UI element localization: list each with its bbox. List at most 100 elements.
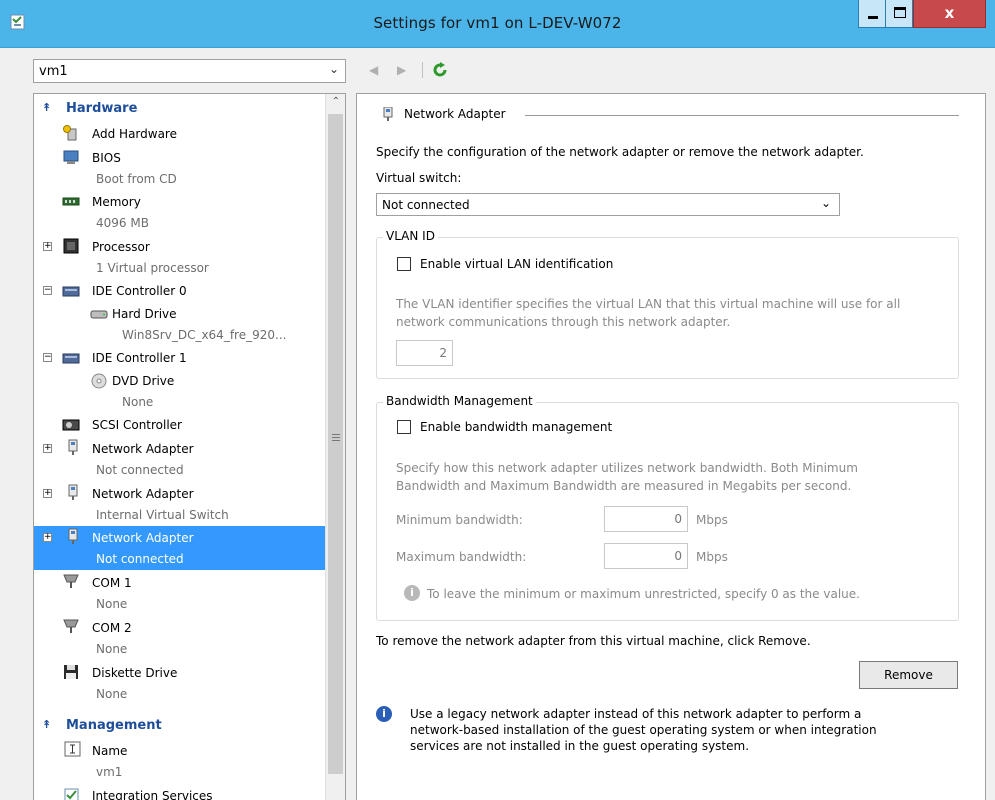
legacy-info-line3: services are not installed in the guest … [410, 739, 750, 753]
collapse-icon[interactable]: − [43, 353, 52, 362]
max-bandwidth-input[interactable]: 0 [604, 543, 688, 569]
tree-item-scsi-controller[interactable]: SCSI Controller [34, 414, 326, 436]
tree-item-memory[interactable]: Memory 4096 MB [34, 190, 326, 232]
chevron-down-icon: ⌄ [820, 196, 831, 210]
remove-button[interactable]: Remove [859, 661, 958, 689]
hard-drive-icon [90, 310, 108, 319]
refresh-icon[interactable] [431, 61, 449, 79]
bandwidth-legend: Bandwidth Management [383, 394, 536, 408]
vm-selector-value: vm1 [39, 64, 68, 79]
tree-item-detail: None [96, 642, 128, 656]
minimize-icon [868, 16, 878, 19]
virtual-switch-label: Virtual switch: [376, 171, 462, 185]
expand-icon[interactable]: + [43, 242, 52, 251]
tree-item-processor[interactable]: + Processor 1 Virtual processor [34, 235, 326, 277]
tree-item-detail: Not connected [96, 463, 184, 477]
tree-item-label: Network Adapter [92, 487, 194, 501]
com-port-icon [63, 619, 79, 633]
virtual-switch-select[interactable]: Not connected ⌄ [376, 193, 840, 216]
vlan-description-line1: The VLAN identifier specifies the virtua… [396, 297, 901, 311]
pane-splitter[interactable] [346, 93, 356, 800]
min-bandwidth-unit: Mbps [696, 513, 728, 527]
info-icon: i [376, 706, 392, 722]
tree-item-network-adapter-3[interactable]: + Network Adapter Not connected [34, 526, 326, 570]
intro-text: Specify the configuration of the network… [376, 145, 864, 159]
vlan-id-input[interactable]: 2 [396, 340, 453, 366]
bandwidth-checkbox[interactable] [397, 420, 411, 434]
tree-item-ide-controller-0[interactable]: − IDE Controller 0 [34, 280, 326, 302]
tree-item-label: Processor [92, 240, 150, 254]
tree-item-label: SCSI Controller [92, 418, 182, 432]
tree-item-network-adapter-2[interactable]: + Network Adapter Internal Virtual Switc… [34, 482, 326, 524]
min-bandwidth-label: Minimum bandwidth: [396, 513, 523, 527]
tree-item-detail: Boot from CD [96, 172, 177, 186]
tree-item-com-1[interactable]: COM 1 None [34, 571, 326, 613]
bios-icon [63, 150, 79, 164]
name-field-icon [64, 741, 81, 757]
collapse-icon[interactable]: − [43, 286, 52, 295]
vm-selector-combo[interactable]: vm1 ⌄ [33, 59, 346, 83]
title-bar: Settings for vm1 on L-DEV-W072 x [0, 0, 995, 48]
management-header-label: Management [66, 718, 162, 733]
tree-item-integration-services[interactable]: Integration Services [34, 784, 326, 800]
network-adapter-icon [383, 107, 393, 121]
forward-arrow-icon[interactable]: ▶ [397, 63, 406, 77]
ide-controller-icon [62, 286, 80, 297]
hardware-header-label: Hardware [66, 101, 138, 116]
tree-scrollbar[interactable]: ⌃ [325, 94, 345, 800]
tree-item-ide-controller-1[interactable]: − IDE Controller 1 [34, 347, 326, 369]
add-hardware-icon [63, 125, 77, 141]
close-button[interactable]: x [913, 0, 986, 28]
tree-item-label: COM 2 [92, 621, 132, 635]
legacy-info-line2: network-based installation of the guest … [410, 723, 877, 737]
vlan-legend: VLAN ID [383, 229, 438, 243]
tree-item-bios[interactable]: BIOS Boot from CD [34, 146, 326, 188]
tree-item-hard-drive[interactable]: Hard Drive Win8Srv_DC_x64_fre_920... [34, 302, 326, 344]
tree-item-add-hardware[interactable]: Add Hardware [34, 123, 326, 145]
processor-icon [63, 238, 79, 254]
bandwidth-checkbox-label[interactable]: Enable bandwidth management [420, 420, 612, 434]
vlan-checkbox[interactable] [397, 257, 411, 271]
tree-item-label: COM 1 [92, 576, 132, 590]
scroll-up-icon[interactable]: ⌃ [327, 96, 345, 107]
tree-item-label: Network Adapter [92, 442, 194, 456]
minimize-button[interactable] [858, 0, 886, 28]
header-divider [525, 115, 959, 116]
tree-item-detail: Not connected [96, 552, 184, 566]
scrollbar-thumb[interactable] [328, 114, 343, 774]
ide-controller-icon [62, 353, 80, 364]
tree-item-com-2[interactable]: COM 2 None [34, 616, 326, 658]
grip-icon [332, 434, 340, 441]
info-icon: i [404, 585, 420, 601]
tree-item-label: Memory [92, 195, 141, 209]
hardware-tree[interactable]: ↟ Hardware Add Hardware BIOS Boot from C… [33, 93, 346, 800]
legacy-info-line1: Use a legacy network adapter instead of … [410, 707, 862, 721]
tree-item-name[interactable]: Name vm1 [34, 739, 326, 781]
panel-header: Network Adapter [404, 107, 506, 121]
network-adapter-icon [68, 528, 78, 544]
tree-item-label: Diskette Drive [92, 666, 178, 680]
tree-item-label: IDE Controller 1 [92, 351, 187, 365]
collapse-section-icon: ↟ [42, 101, 52, 114]
memory-icon [62, 197, 80, 206]
maximize-button[interactable] [885, 0, 913, 28]
tree-item-detail: Win8Srv_DC_x64_fre_920... [122, 328, 287, 342]
expand-icon[interactable]: + [43, 444, 52, 453]
tree-item-label: IDE Controller 0 [92, 284, 187, 298]
tree-item-detail: Internal Virtual Switch [96, 508, 229, 522]
virtual-switch-value: Not connected [382, 198, 470, 212]
min-bandwidth-input[interactable]: 0 [604, 506, 688, 532]
maximize-icon [894, 7, 906, 18]
toolbar-divider [422, 62, 423, 78]
vlan-checkbox-label[interactable]: Enable virtual LAN identification [420, 257, 613, 271]
tree-item-detail: vm1 [96, 765, 123, 779]
tree-item-diskette-drive[interactable]: Diskette Drive None [34, 661, 326, 703]
chevron-down-icon: ⌄ [328, 62, 339, 76]
window-title: Settings for vm1 on L-DEV-W072 [373, 14, 622, 32]
back-arrow-icon[interactable]: ◀ [369, 63, 378, 77]
dvd-drive-icon [91, 373, 107, 389]
expand-icon[interactable]: + [43, 489, 52, 498]
tree-item-network-adapter-1[interactable]: + Network Adapter Not connected [34, 437, 326, 479]
tree-item-dvd-drive[interactable]: DVD Drive None [34, 369, 326, 411]
expand-icon[interactable]: + [43, 533, 52, 542]
